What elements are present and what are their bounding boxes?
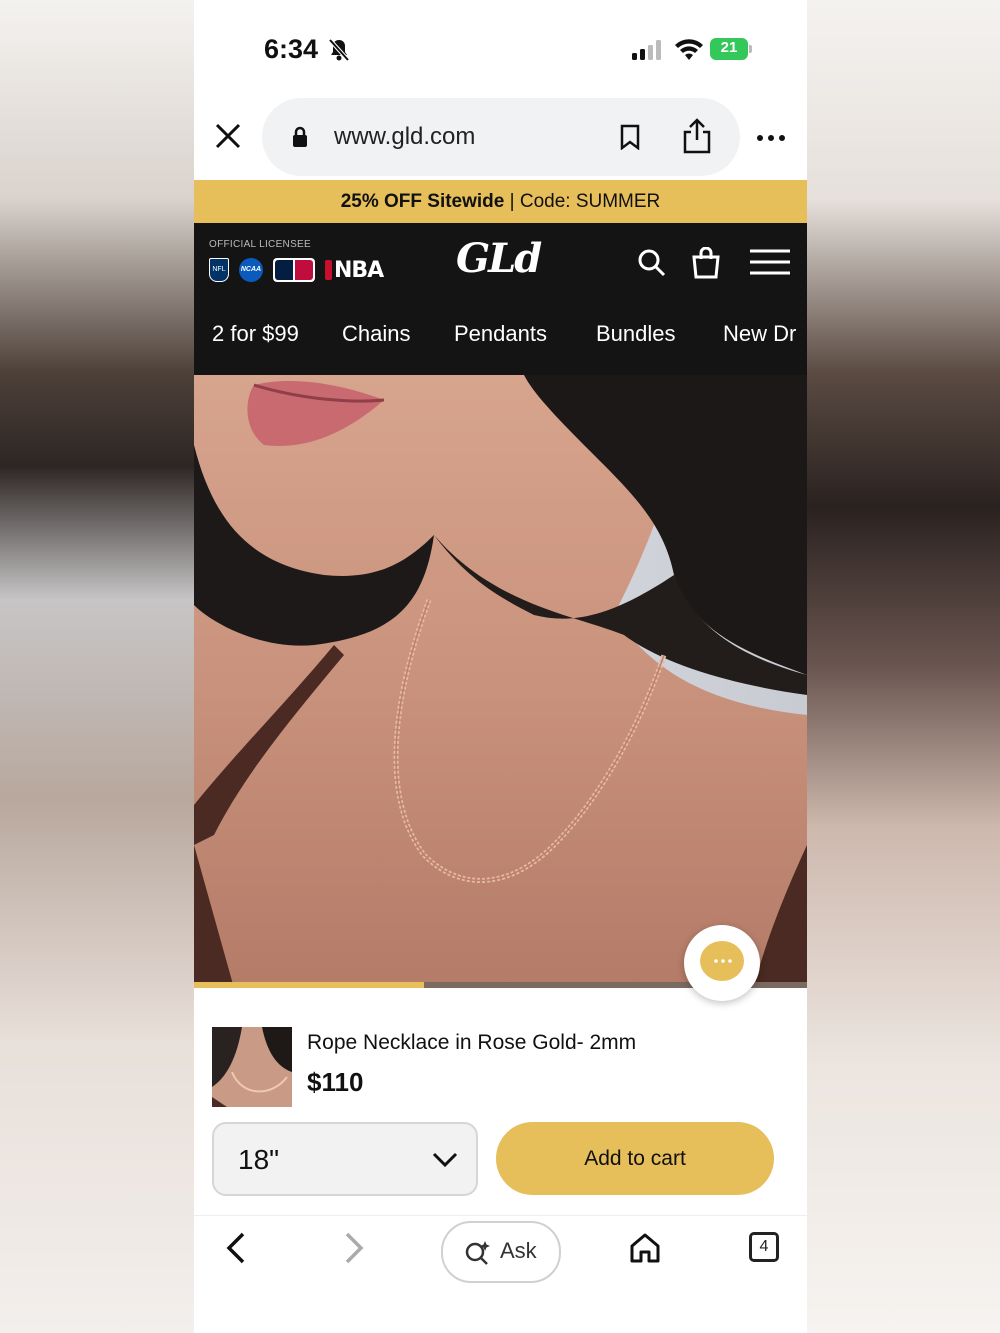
mlb-logo (273, 258, 315, 282)
site-header: OFFICIAL LICENSEE NFL NCAA NBA GLd 2 for… (194, 223, 807, 375)
nav-item-chains[interactable]: Chains (342, 321, 410, 347)
gld-logo[interactable]: GLd (456, 235, 542, 282)
ncaa-logo: NCAA (239, 258, 263, 282)
product-photo (194, 375, 807, 988)
forward-arrow-icon[interactable] (344, 1232, 364, 1264)
gallery-progress-fill (194, 982, 424, 988)
shopping-bag-icon[interactable] (692, 247, 720, 279)
status-time: 6:34 (264, 34, 319, 64)
home-icon[interactable] (629, 1232, 661, 1264)
hamburger-menu-icon[interactable] (750, 249, 790, 275)
background-blur-right (807, 0, 1000, 1333)
phone-screen: 6:34 21 www.gld.com 25% OFF Sitewide | C… (194, 0, 807, 1333)
bookmark-icon[interactable] (620, 124, 640, 150)
promo-discount: 25% OFF Sitewide (340, 191, 505, 212)
nav-item-pendants[interactable]: Pendants (454, 321, 547, 347)
nfl-logo: NFL (209, 258, 229, 282)
close-icon[interactable] (214, 122, 242, 150)
address-bar[interactable]: www.gld.com (262, 98, 740, 176)
promo-code: | Code: SUMMER (504, 191, 661, 212)
url-text[interactable]: www.gld.com (334, 123, 475, 151)
nav-item-bundles[interactable]: Bundles (596, 321, 676, 347)
size-selected-value: 18" (238, 1144, 280, 1175)
background-blur-left (0, 0, 194, 1333)
back-arrow-icon[interactable] (226, 1232, 246, 1264)
nba-logo: NBA (325, 258, 384, 283)
add-to-cart-button[interactable]: Add to cart (496, 1122, 774, 1195)
official-licensee-label: OFFICIAL LICENSEE (209, 239, 311, 250)
size-dropdown[interactable]: 18" (212, 1122, 478, 1196)
chevron-down-icon (432, 1152, 458, 1168)
chat-button[interactable] (684, 925, 760, 1001)
tabs-count-icon[interactable]: 4 (749, 1232, 779, 1262)
battery-level: 21 (720, 39, 738, 56)
nav-item-2-for-99[interactable]: 2 for $99 (212, 321, 299, 347)
wifi-icon (675, 39, 703, 60)
ask-label: Ask (500, 1238, 537, 1263)
bell-muted-icon (328, 38, 350, 62)
promo-banner[interactable]: 25% OFF Sitewide | Code: SUMMER (194, 180, 807, 223)
browser-bottom-bar: Ask 4 (194, 1215, 807, 1333)
browser-toolbar: www.gld.com (194, 98, 807, 178)
chat-bubble-icon (714, 959, 732, 963)
share-icon[interactable] (682, 118, 712, 154)
more-options-icon[interactable] (756, 134, 786, 142)
product-image[interactable] (194, 375, 807, 988)
league-logos: NFL NCAA NBA (209, 257, 384, 283)
cellular-signal-icon (632, 40, 661, 60)
ask-button[interactable]: Ask (441, 1221, 561, 1283)
product-summary-bar: Rope Necklace in Rose Gold- 2mm $110 18"… (194, 1015, 807, 1215)
product-price: $110 (307, 1067, 364, 1097)
battery-indicator: 21 (710, 38, 752, 60)
category-nav: 2 for $99 Chains Pendants Bundles New Dr (194, 321, 807, 355)
ai-search-icon (465, 1241, 490, 1265)
product-name: Rope Necklace in Rose Gold- 2mm (307, 1031, 637, 1054)
nav-item-new-drops[interactable]: New Dr (723, 321, 796, 347)
status-bar: 6:34 21 (194, 0, 807, 95)
product-thumbnail (212, 1027, 292, 1107)
lock-icon (293, 126, 307, 147)
search-icon[interactable] (638, 249, 666, 277)
